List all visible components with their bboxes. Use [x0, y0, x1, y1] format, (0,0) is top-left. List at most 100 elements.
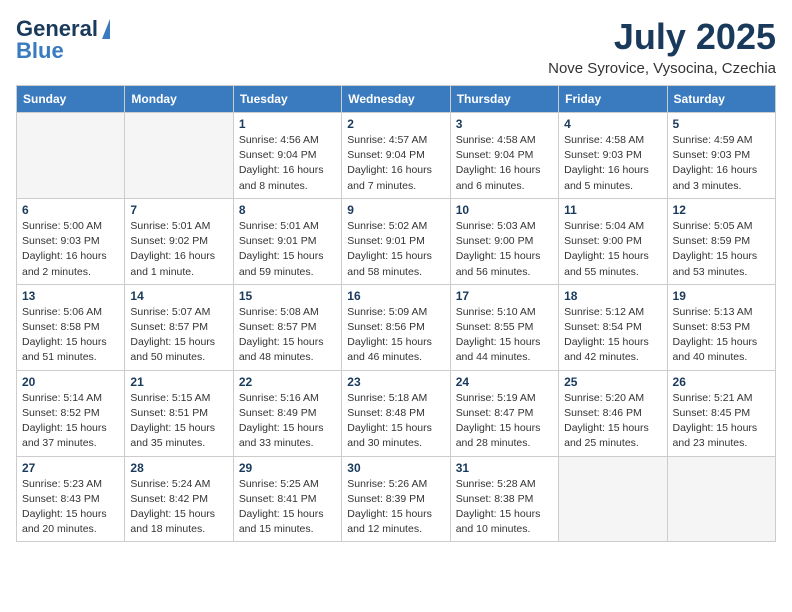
calendar-day-cell: 8 Sunrise: 5:01 AM Sunset: 9:01 PM Daylig… — [233, 198, 341, 284]
day-number: 26 — [673, 375, 770, 389]
calendar-day-cell: 28 Sunrise: 5:24 AM Sunset: 8:42 PM Dayli… — [125, 456, 233, 542]
day-number: 3 — [456, 117, 553, 131]
calendar-week-row: 1 Sunrise: 4:56 AM Sunset: 9:04 PM Daylig… — [17, 113, 776, 199]
day-of-week-header: Wednesday — [342, 86, 450, 113]
day-info: Sunrise: 5:00 AM Sunset: 9:03 PM Dayligh… — [22, 219, 119, 280]
day-number: 1 — [239, 117, 336, 131]
logo-blue-text: Blue — [16, 38, 64, 64]
calendar-day-cell: 26 Sunrise: 5:21 AM Sunset: 8:45 PM Dayli… — [667, 370, 775, 456]
calendar-week-row: 20Sunrise: 5:14 AM Sunset: 8:52 PM Dayli… — [17, 370, 776, 456]
day-number: 12 — [673, 203, 770, 217]
day-number: 27 — [22, 461, 119, 475]
day-number: 9 — [347, 203, 444, 217]
day-of-week-header: Friday — [559, 86, 667, 113]
day-info: Sunrise: 5:24 AM Sunset: 8:42 PM Dayligh… — [130, 477, 227, 538]
day-number: 6 — [22, 203, 119, 217]
day-number: 7 — [130, 203, 227, 217]
calendar-header-row: SundayMondayTuesdayWednesdayThursdayFrid… — [17, 86, 776, 113]
calendar-empty-cell — [667, 456, 775, 542]
day-number: 31 — [456, 461, 553, 475]
day-number: 10 — [456, 203, 553, 217]
page-header: General Blue July 2025 Nove Syrovice, Vy… — [16, 16, 776, 77]
day-info: Sunrise: 4:59 AM Sunset: 9:03 PM Dayligh… — [673, 133, 770, 194]
calendar-day-cell: 11Sunrise: 5:04 AM Sunset: 9:00 PM Dayli… — [559, 198, 667, 284]
day-number: 17 — [456, 289, 553, 303]
day-info: Sunrise: 5:15 AM Sunset: 8:51 PM Dayligh… — [130, 391, 227, 452]
day-number: 28 — [130, 461, 227, 475]
calendar-day-cell: 14 Sunrise: 5:07 AM Sunset: 8:57 PM Dayli… — [125, 284, 233, 370]
calendar-day-cell: 13Sunrise: 5:06 AM Sunset: 8:58 PM Dayli… — [17, 284, 125, 370]
calendar-day-cell: 17Sunrise: 5:10 AM Sunset: 8:55 PM Dayli… — [450, 284, 558, 370]
calendar-day-cell: 12 Sunrise: 5:05 AM Sunset: 8:59 PM Dayli… — [667, 198, 775, 284]
day-of-week-header: Monday — [125, 86, 233, 113]
day-info: Sunrise: 4:58 AM Sunset: 9:03 PM Dayligh… — [564, 133, 661, 194]
day-info: Sunrise: 5:21 AM Sunset: 8:45 PM Dayligh… — [673, 391, 770, 452]
day-info: Sunrise: 5:12 AM Sunset: 8:54 PM Dayligh… — [564, 305, 661, 366]
calendar-day-cell: 20Sunrise: 5:14 AM Sunset: 8:52 PM Dayli… — [17, 370, 125, 456]
day-number: 24 — [456, 375, 553, 389]
calendar-day-cell: 9 Sunrise: 5:02 AM Sunset: 9:01 PM Daylig… — [342, 198, 450, 284]
day-info: Sunrise: 5:01 AM Sunset: 9:02 PM Dayligh… — [130, 219, 227, 280]
day-info: Sunrise: 5:08 AM Sunset: 8:57 PM Dayligh… — [239, 305, 336, 366]
calendar-week-row: 6 Sunrise: 5:00 AM Sunset: 9:03 PM Daylig… — [17, 198, 776, 284]
day-info: Sunrise: 5:19 AM Sunset: 8:47 PM Dayligh… — [456, 391, 553, 452]
calendar-day-cell: 27 Sunrise: 5:23 AM Sunset: 8:43 PM Dayli… — [17, 456, 125, 542]
day-info: Sunrise: 5:07 AM Sunset: 8:57 PM Dayligh… — [130, 305, 227, 366]
day-info: Sunrise: 5:20 AM Sunset: 8:46 PM Dayligh… — [564, 391, 661, 452]
calendar-day-cell: 16 Sunrise: 5:09 AM Sunset: 8:56 PM Dayli… — [342, 284, 450, 370]
calendar-day-cell: 7 Sunrise: 5:01 AM Sunset: 9:02 PM Daylig… — [125, 198, 233, 284]
calendar-day-cell: 3Sunrise: 4:58 AM Sunset: 9:04 PM Daylig… — [450, 113, 558, 199]
day-info: Sunrise: 5:05 AM Sunset: 8:59 PM Dayligh… — [673, 219, 770, 280]
calendar-day-cell: 31 Sunrise: 5:28 AM Sunset: 8:38 PM Dayli… — [450, 456, 558, 542]
day-info: Sunrise: 5:16 AM Sunset: 8:49 PM Dayligh… — [239, 391, 336, 452]
calendar-table: SundayMondayTuesdayWednesdayThursdayFrid… — [16, 85, 776, 542]
day-info: Sunrise: 5:13 AM Sunset: 8:53 PM Dayligh… — [673, 305, 770, 366]
day-info: Sunrise: 5:18 AM Sunset: 8:48 PM Dayligh… — [347, 391, 444, 452]
day-number: 16 — [347, 289, 444, 303]
calendar-week-row: 13Sunrise: 5:06 AM Sunset: 8:58 PM Dayli… — [17, 284, 776, 370]
day-number: 22 — [239, 375, 336, 389]
calendar-empty-cell — [125, 113, 233, 199]
calendar-day-cell: 29Sunrise: 5:25 AM Sunset: 8:41 PM Dayli… — [233, 456, 341, 542]
calendar-day-cell: 1 Sunrise: 4:56 AM Sunset: 9:04 PM Daylig… — [233, 113, 341, 199]
day-number: 23 — [347, 375, 444, 389]
day-info: Sunrise: 4:57 AM Sunset: 9:04 PM Dayligh… — [347, 133, 444, 194]
calendar-day-cell: 25 Sunrise: 5:20 AM Sunset: 8:46 PM Dayli… — [559, 370, 667, 456]
location-subtitle: Nove Syrovice, Vysocina, Czechia — [548, 60, 776, 77]
day-number: 21 — [130, 375, 227, 389]
calendar-empty-cell — [559, 456, 667, 542]
logo: General Blue — [16, 16, 110, 64]
title-block: July 2025 Nove Syrovice, Vysocina, Czech… — [548, 16, 776, 77]
calendar-week-row: 27 Sunrise: 5:23 AM Sunset: 8:43 PM Dayli… — [17, 456, 776, 542]
calendar-empty-cell — [17, 113, 125, 199]
day-of-week-header: Saturday — [667, 86, 775, 113]
calendar-day-cell: 23 Sunrise: 5:18 AM Sunset: 8:48 PM Dayli… — [342, 370, 450, 456]
day-info: Sunrise: 5:01 AM Sunset: 9:01 PM Dayligh… — [239, 219, 336, 280]
calendar-day-cell: 30Sunrise: 5:26 AM Sunset: 8:39 PM Dayli… — [342, 456, 450, 542]
day-number: 14 — [130, 289, 227, 303]
day-number: 25 — [564, 375, 661, 389]
day-info: Sunrise: 5:09 AM Sunset: 8:56 PM Dayligh… — [347, 305, 444, 366]
calendar-day-cell: 18 Sunrise: 5:12 AM Sunset: 8:54 PM Dayli… — [559, 284, 667, 370]
day-of-week-header: Thursday — [450, 86, 558, 113]
day-number: 13 — [22, 289, 119, 303]
day-number: 2 — [347, 117, 444, 131]
day-of-week-header: Sunday — [17, 86, 125, 113]
day-number: 11 — [564, 203, 661, 217]
calendar-day-cell: 6 Sunrise: 5:00 AM Sunset: 9:03 PM Daylig… — [17, 198, 125, 284]
day-of-week-header: Tuesday — [233, 86, 341, 113]
calendar-day-cell: 24 Sunrise: 5:19 AM Sunset: 8:47 PM Dayli… — [450, 370, 558, 456]
logo-arrow-icon — [102, 19, 110, 39]
day-number: 18 — [564, 289, 661, 303]
day-info: Sunrise: 4:56 AM Sunset: 9:04 PM Dayligh… — [239, 133, 336, 194]
day-info: Sunrise: 5:28 AM Sunset: 8:38 PM Dayligh… — [456, 477, 553, 538]
calendar-day-cell: 10 Sunrise: 5:03 AM Sunset: 9:00 PM Dayli… — [450, 198, 558, 284]
day-info: Sunrise: 5:03 AM Sunset: 9:00 PM Dayligh… — [456, 219, 553, 280]
day-number: 20 — [22, 375, 119, 389]
day-number: 4 — [564, 117, 661, 131]
day-number: 19 — [673, 289, 770, 303]
day-number: 8 — [239, 203, 336, 217]
day-info: Sunrise: 5:23 AM Sunset: 8:43 PM Dayligh… — [22, 477, 119, 538]
day-info: Sunrise: 5:25 AM Sunset: 8:41 PM Dayligh… — [239, 477, 336, 538]
day-info: Sunrise: 5:02 AM Sunset: 9:01 PM Dayligh… — [347, 219, 444, 280]
